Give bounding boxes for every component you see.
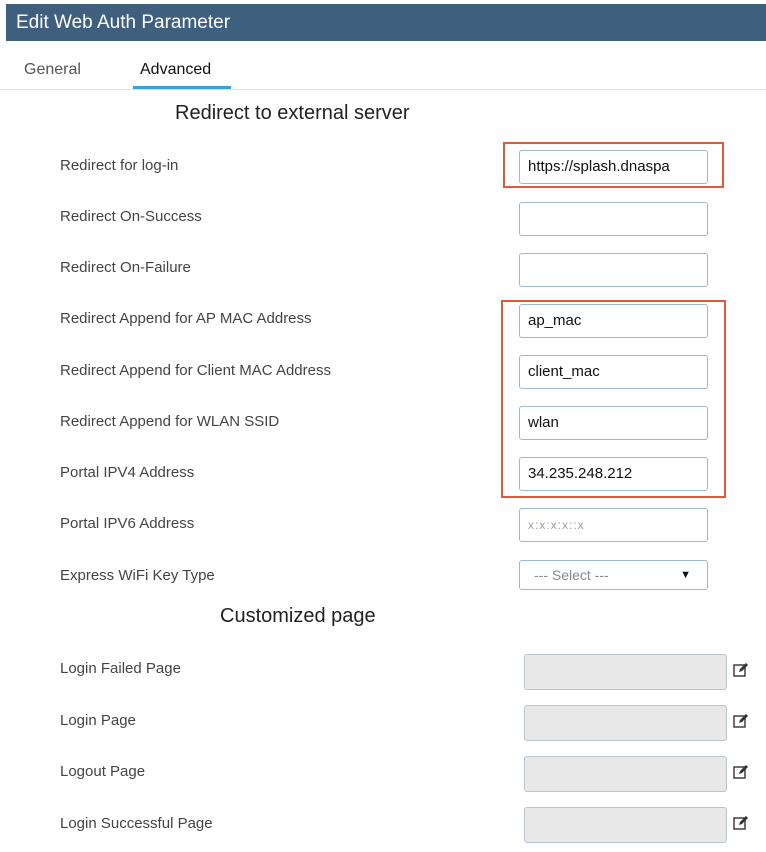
redirect-success-input[interactable]	[519, 202, 708, 236]
logout-page-label: Logout Page	[60, 763, 146, 780]
tab-bar: General Advanced	[0, 41, 766, 91]
login-successful-page-field	[524, 807, 727, 843]
dialog-title: Edit Web Auth Parameter	[6, 4, 766, 41]
login-page-label: Login Page	[60, 712, 136, 729]
edit-icon[interactable]	[733, 815, 749, 831]
tab-general[interactable]: General	[24, 61, 81, 79]
append-client-mac-label: Redirect Append for Client MAC Address	[60, 362, 331, 379]
login-failed-page-field	[524, 654, 727, 690]
edit-icon[interactable]	[733, 764, 749, 780]
login-successful-page-label: Login Successful Page	[60, 815, 213, 832]
highlight-box-login-redirect	[503, 142, 724, 188]
customized-page-section-title: Customized page	[220, 605, 376, 627]
redirect-section-title: Redirect to external server	[175, 102, 410, 124]
edit-icon[interactable]	[733, 662, 749, 678]
portal-ipv6-label: Portal IPV6 Address	[60, 515, 195, 532]
redirect-failure-label: Redirect On-Failure	[60, 259, 191, 276]
edit-icon[interactable]	[733, 713, 749, 729]
logout-page-field	[524, 756, 727, 792]
select-value: --- Select ---	[534, 567, 609, 583]
portal-ipv6-input[interactable]: x:x:x:x::x	[519, 508, 708, 542]
login-failed-page-label: Login Failed Page	[60, 660, 181, 677]
redirect-failure-input[interactable]	[519, 253, 708, 287]
append-wlan-ssid-label: Redirect Append for WLAN SSID	[60, 413, 280, 430]
express-wifi-key-type-label: Express WiFi Key Type	[60, 567, 215, 584]
portal-ipv4-label: Portal IPV4 Address	[60, 464, 195, 481]
login-page-field	[524, 705, 727, 741]
tab-divider	[0, 89, 766, 90]
tab-advanced[interactable]: Advanced	[140, 61, 211, 79]
redirect-success-label: Redirect On-Success	[60, 208, 202, 225]
append-ap-mac-label: Redirect Append for AP MAC Address	[60, 310, 312, 327]
highlight-box-append-params	[501, 300, 726, 498]
redirect-login-label: Redirect for log-in	[60, 157, 179, 174]
express-wifi-key-type-select[interactable]: --- Select --- ▼	[519, 560, 708, 590]
caret-down-icon: ▼	[680, 569, 691, 581]
edit-web-auth-dialog: Edit Web Auth Parameter General Advanced…	[0, 0, 766, 852]
